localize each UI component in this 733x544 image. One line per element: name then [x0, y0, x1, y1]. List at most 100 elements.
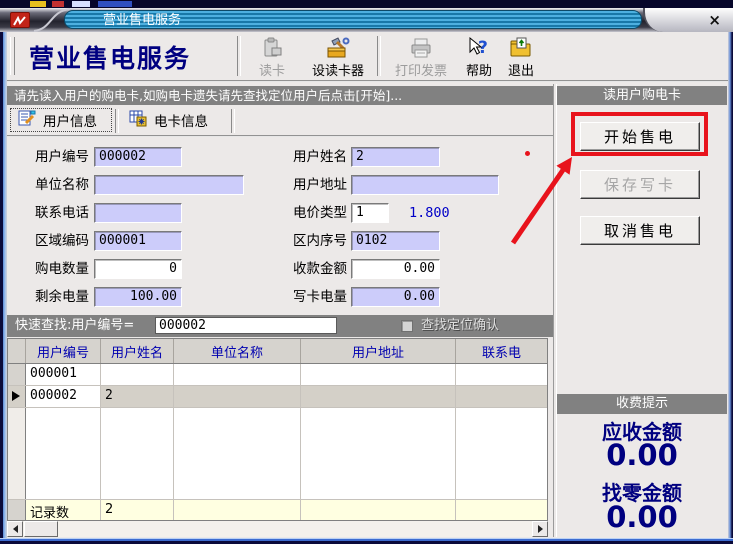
- background-fragment: [72, 1, 90, 7]
- column-header[interactable]: 联系电: [456, 339, 547, 363]
- record-count-value: 2: [101, 500, 174, 520]
- empty-cell: [456, 408, 547, 499]
- phone-field[interactable]: [94, 203, 182, 223]
- row-indicator-header: [8, 339, 26, 363]
- table-empty-area: [8, 408, 547, 499]
- window-frame-bottom: [0, 538, 733, 544]
- row-indicator-cell: [8, 364, 26, 385]
- left-arrow-icon: [13, 525, 18, 533]
- user-name-field[interactable]: 2: [351, 147, 440, 167]
- status-message-bar: 请先读入用户的购电卡,如购电卡遗失请先查找定位用户后点击[开始]...: [7, 86, 553, 105]
- record-count-label: 记录数: [26, 500, 101, 520]
- user-info-icon: [17, 109, 37, 131]
- toolbar-separator: [377, 36, 381, 76]
- column-header[interactable]: 单位名称: [174, 339, 301, 363]
- exit-folder-icon: [508, 35, 534, 60]
- tab-card-info[interactable]: 电卡信息: [122, 108, 228, 132]
- scrollbar-thumb[interactable]: [24, 521, 58, 537]
- table-header-row: 用户编号 用户姓名 单位名称 用户地址 联系电: [8, 339, 547, 364]
- scroll-right-button[interactable]: [532, 521, 548, 537]
- window-frame-right: [728, 32, 733, 538]
- help-label: 帮助: [466, 60, 492, 79]
- field-label: 用户地址: [289, 175, 347, 196]
- read-card-button[interactable]: 读卡: [247, 35, 297, 79]
- column-header[interactable]: 用户姓名: [101, 339, 174, 363]
- annotation-dot: [525, 151, 530, 156]
- cell-user-address: [301, 386, 456, 407]
- field-label: 剩余电量: [31, 287, 89, 308]
- empty-cell: [301, 408, 456, 499]
- window-frame-left: [0, 32, 7, 538]
- unit-name-field[interactable]: [94, 175, 244, 195]
- fee-panel-header: 收费提示: [557, 394, 727, 414]
- search-input[interactable]: [155, 317, 337, 334]
- empty-cell: [174, 500, 301, 520]
- toolbar-separator: [237, 36, 241, 76]
- locate-confirm-label: 查找定位确认: [421, 315, 499, 337]
- set-card-reader-button[interactable]: 设读卡器: [303, 35, 373, 79]
- cell-user-number: 000002: [26, 386, 101, 407]
- side-panel-header: 读用户购电卡: [557, 86, 727, 105]
- cell-user-address: [301, 364, 456, 385]
- region-serial-field[interactable]: 0102: [351, 231, 440, 251]
- user-address-field[interactable]: [351, 175, 499, 195]
- exit-button[interactable]: 退出: [501, 35, 541, 79]
- app-window: 营业售电服务 × 营业售电服务 读卡: [0, 0, 733, 544]
- page-title: 营业售电服务: [29, 39, 191, 75]
- quick-search-label: 快速查找:用户编号=: [15, 315, 134, 337]
- tab-user-info-label: 用户信息: [43, 110, 97, 130]
- tab-user-info[interactable]: 用户信息: [10, 108, 112, 132]
- cell-phone: [456, 364, 547, 385]
- empty-cell: [301, 500, 456, 520]
- background-window-sliver: [0, 0, 733, 8]
- region-code-field[interactable]: 000001: [94, 231, 182, 251]
- remaining-power-field[interactable]: 100.00: [94, 287, 182, 307]
- empty-cell: [174, 408, 301, 499]
- start-sale-button[interactable]: 开始售电: [580, 122, 700, 151]
- tab-separator: [231, 109, 235, 133]
- tab-card-info-label: 电卡信息: [154, 110, 208, 130]
- cell-unit-name: [174, 364, 301, 385]
- price-rate-value: 1.800: [409, 203, 450, 224]
- tab-separator: [115, 109, 119, 133]
- background-fragment: [52, 1, 64, 7]
- user-info-form: 用户编号 000002 用户姓名 2 单位名称 用户地址 联系电话 电价类型 1…: [7, 135, 553, 315]
- print-invoice-button[interactable]: 打印发票: [387, 35, 455, 79]
- card-write-power-field[interactable]: 0.00: [351, 287, 440, 307]
- card-reader-icon: [260, 35, 284, 60]
- right-arrow-icon: [538, 525, 543, 533]
- save-write-card-button[interactable]: 保存写卡: [580, 170, 700, 199]
- cancel-sale-button[interactable]: 取消售电: [580, 216, 700, 245]
- quick-search-bar: 快速查找:用户编号= 查找定位确认: [7, 315, 553, 337]
- locate-confirm-checkbox[interactable]: [401, 320, 413, 332]
- amount-received-field[interactable]: 0.00: [351, 259, 440, 279]
- window-title: 营业售电服务: [103, 13, 181, 28]
- app-logo-icon: [10, 12, 30, 28]
- column-header[interactable]: 用户地址: [301, 339, 456, 363]
- background-fragment: [98, 1, 132, 7]
- scroll-left-button[interactable]: [7, 521, 23, 537]
- field-label: 用户姓名: [289, 147, 347, 168]
- title-pill: 营业售电服务: [64, 10, 642, 29]
- tab-bar: 用户信息 电卡信息: [7, 107, 553, 137]
- table-row-selected[interactable]: 000002 2: [8, 386, 547, 408]
- user-number-field[interactable]: 000002: [94, 147, 182, 167]
- table-row[interactable]: 000001: [8, 364, 547, 386]
- background-fragment: [30, 1, 46, 7]
- purchase-quantity-field[interactable]: 0: [94, 259, 182, 279]
- change-amount-value: 0.00: [557, 500, 727, 534]
- row-indicator-cell: [8, 386, 26, 407]
- cell-user-name: [101, 364, 174, 385]
- print-invoice-label: 打印发票: [395, 60, 447, 79]
- help-cursor-icon: ?: [466, 35, 492, 60]
- price-type-field[interactable]: 1: [351, 203, 389, 223]
- close-button[interactable]: ×: [708, 11, 721, 29]
- field-label: 购电数量: [31, 259, 89, 280]
- column-header[interactable]: 用户编号: [26, 339, 101, 363]
- titlebar: 营业售电服务 ×: [0, 8, 733, 32]
- help-button[interactable]: ? 帮助: [459, 35, 499, 79]
- field-label: 收款金额: [289, 259, 347, 280]
- footer-indicator-cell: [8, 500, 26, 520]
- toolbar: 营业售电服务 读卡 设读卡器: [7, 32, 728, 82]
- field-label: 用户编号: [31, 147, 89, 168]
